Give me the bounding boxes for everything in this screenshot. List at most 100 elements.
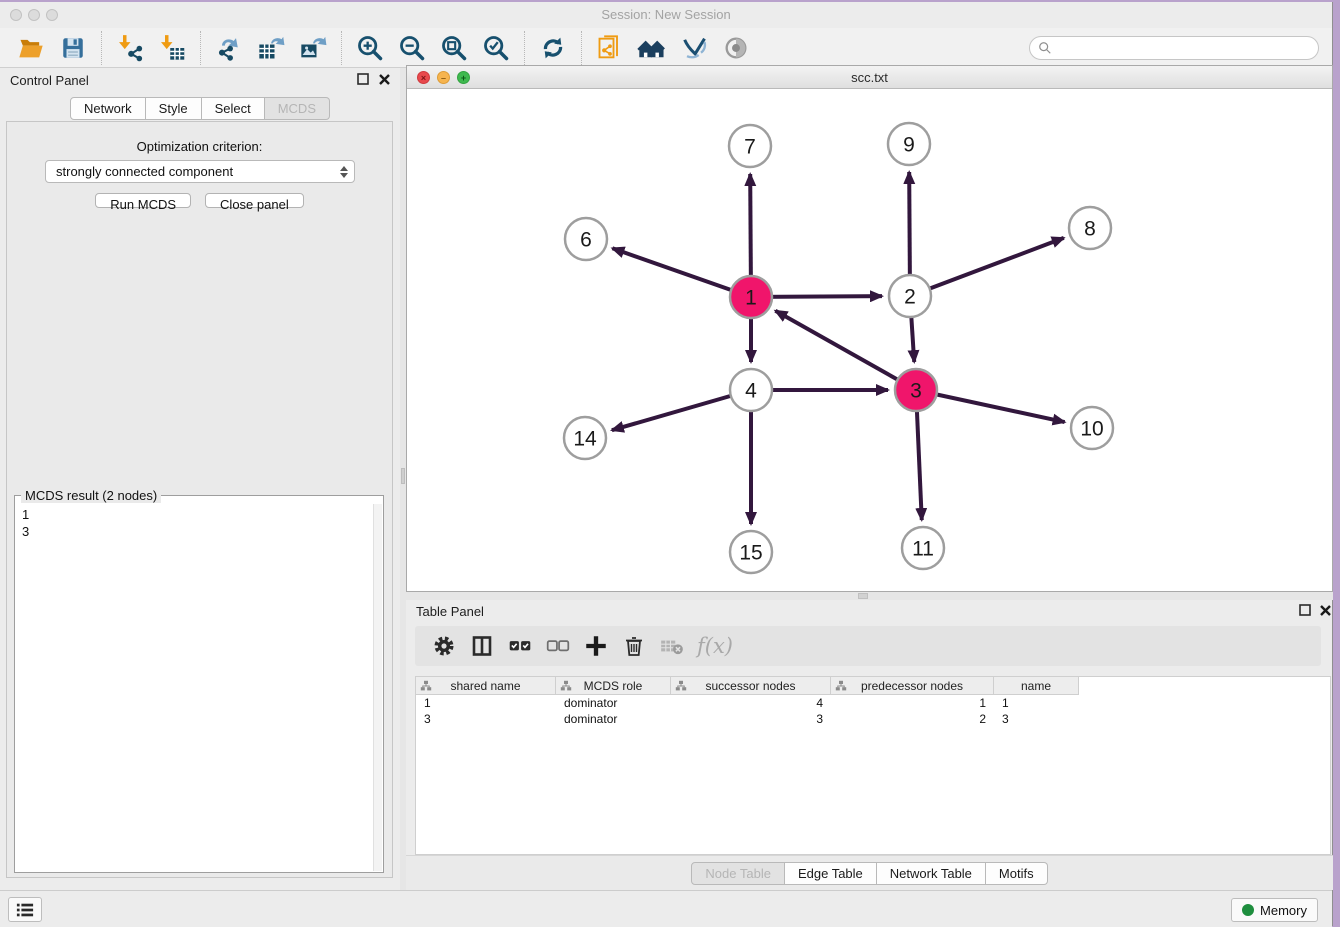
column-header-name[interactable]: name xyxy=(994,677,1079,695)
export-table-icon[interactable] xyxy=(255,32,287,64)
memory-button[interactable]: Memory xyxy=(1231,898,1318,922)
tab-node-table[interactable]: Node Table xyxy=(691,862,785,885)
table-cell: 3 xyxy=(994,712,1079,726)
table-cell: dominator xyxy=(556,696,671,710)
graph-node-label: 14 xyxy=(573,427,597,450)
table-row[interactable]: 1dominator411 xyxy=(416,695,1330,711)
network-view-window: × – + scc.txt 7968124314101511 xyxy=(406,65,1333,592)
mcds-panel: Optimization criterion: strongly connect… xyxy=(6,121,393,878)
graph-edge-3-10[interactable] xyxy=(916,390,1065,422)
graph-node-label: 6 xyxy=(580,228,592,251)
column-header-MCDS-role[interactable]: MCDS role xyxy=(556,677,671,695)
app-window: Session: New Session xyxy=(0,2,1333,926)
splitter-handle[interactable] xyxy=(401,468,405,484)
close-panel-button[interactable]: Close panel xyxy=(205,193,304,208)
function-builder-icon[interactable]: f(x) xyxy=(695,631,735,661)
tab-style[interactable]: Style xyxy=(146,97,202,120)
table-cell: 2 xyxy=(831,712,994,726)
table-body: 1dominator4113dominator323 xyxy=(416,695,1330,727)
graph-edge-3-1[interactable] xyxy=(775,311,916,390)
select-all-icon[interactable] xyxy=(505,631,535,661)
toolbar-divider xyxy=(101,31,102,65)
toolbar-divider xyxy=(581,31,582,65)
network-view-title: scc.txt xyxy=(407,70,1332,85)
show-details-icon[interactable] xyxy=(720,32,752,64)
session-title: Session: New Session xyxy=(0,7,1332,22)
save-icon[interactable] xyxy=(57,32,89,64)
columns-icon[interactable] xyxy=(467,631,497,661)
tab-motifs[interactable]: Motifs xyxy=(986,862,1048,885)
tab-network-table[interactable]: Network Table xyxy=(877,862,986,885)
node-table[interactable]: shared nameMCDS rolesuccessor nodesprede… xyxy=(415,676,1331,855)
float-panel-icon[interactable] xyxy=(357,73,370,86)
add-column-icon[interactable] xyxy=(581,631,611,661)
delete-table-icon[interactable] xyxy=(657,631,687,661)
task-history-button[interactable] xyxy=(8,897,42,922)
float-table-panel-icon[interactable] xyxy=(1299,604,1312,617)
search-icon xyxy=(1038,41,1052,55)
import-network-icon[interactable] xyxy=(114,32,146,64)
gear-icon[interactable] xyxy=(429,631,459,661)
close-table-panel-icon[interactable] xyxy=(1319,604,1332,617)
graph-node-label: 11 xyxy=(912,537,934,560)
table-header-row: shared nameMCDS rolesuccessor nodesprede… xyxy=(416,677,1330,695)
delete-icon[interactable] xyxy=(619,631,649,661)
optimization-criterion-value: strongly connected component xyxy=(56,164,233,179)
zoom-selected-icon[interactable] xyxy=(480,32,512,64)
tab-mcds[interactable]: MCDS xyxy=(265,97,330,120)
graph-node-label: 1 xyxy=(745,286,757,309)
network-window-titlebar[interactable]: × – + scc.txt xyxy=(407,66,1332,89)
home-icon[interactable] xyxy=(636,32,668,64)
run-mcds-button[interactable]: Run MCDS xyxy=(95,193,191,208)
memory-status-icon xyxy=(1242,904,1254,916)
graph-node-label: 2 xyxy=(904,285,916,308)
graph-node-label: 8 xyxy=(1084,217,1096,240)
toolbar-divider xyxy=(200,31,201,65)
horizontal-splitter[interactable] xyxy=(406,592,1333,600)
mcds-result-item: 3 xyxy=(22,523,368,540)
close-panel-icon[interactable] xyxy=(378,73,391,86)
hide-details-icon[interactable] xyxy=(678,32,710,64)
tab-network[interactable]: Network xyxy=(70,97,146,120)
status-bar: Memory xyxy=(0,890,1332,927)
splitter-handle[interactable] xyxy=(858,593,868,599)
title-bar: Session: New Session xyxy=(0,2,1332,29)
search-input[interactable] xyxy=(1052,38,1318,58)
import-table-icon[interactable] xyxy=(156,32,188,64)
control-panel-tabs: NetworkStyleSelectMCDS xyxy=(0,97,400,120)
toolbar-divider xyxy=(341,31,342,65)
tab-select[interactable]: Select xyxy=(202,97,265,120)
graph-edge-2-8[interactable] xyxy=(910,238,1064,296)
optimization-criterion-select[interactable]: strongly connected component xyxy=(45,160,355,183)
search-box[interactable] xyxy=(1029,36,1319,60)
select-stepper-icon xyxy=(340,166,348,178)
zoom-out-icon[interactable] xyxy=(396,32,428,64)
zoom-in-icon[interactable] xyxy=(354,32,386,64)
export-image-icon[interactable] xyxy=(297,32,329,64)
graph-node-label: 10 xyxy=(1080,417,1103,440)
network-graph[interactable]: 7968124314101511 xyxy=(408,89,1332,591)
graph-node-label: 3 xyxy=(910,379,922,402)
table-cell: 1 xyxy=(994,696,1079,710)
export-network-icon[interactable] xyxy=(213,32,245,64)
zoom-fit-icon[interactable] xyxy=(438,32,470,64)
result-scrollbar[interactable] xyxy=(373,504,382,871)
toolbar-divider xyxy=(524,31,525,65)
mcds-result-title: MCDS result (2 nodes) xyxy=(21,488,161,503)
refresh-icon[interactable] xyxy=(537,32,569,64)
open-folder-icon[interactable] xyxy=(15,32,47,64)
column-header-successor-nodes[interactable]: successor nodes xyxy=(671,677,831,695)
new-network-file-icon[interactable] xyxy=(594,32,626,64)
graph-node-label: 7 xyxy=(744,135,756,158)
mcds-result-list[interactable]: 13 xyxy=(16,504,374,871)
table-cell: 1 xyxy=(831,696,994,710)
tab-edge-table[interactable]: Edge Table xyxy=(785,862,877,885)
table-cell: 3 xyxy=(416,712,556,726)
column-header-predecessor-nodes[interactable]: predecessor nodes xyxy=(831,677,994,695)
unselect-all-icon[interactable] xyxy=(543,631,573,661)
table-panel-title: Table Panel xyxy=(416,604,484,619)
table-toolbar: f(x) xyxy=(415,626,1321,666)
table-cell: 3 xyxy=(671,712,831,726)
column-header-shared-name[interactable]: shared name xyxy=(416,677,556,695)
table-row[interactable]: 3dominator323 xyxy=(416,711,1330,727)
